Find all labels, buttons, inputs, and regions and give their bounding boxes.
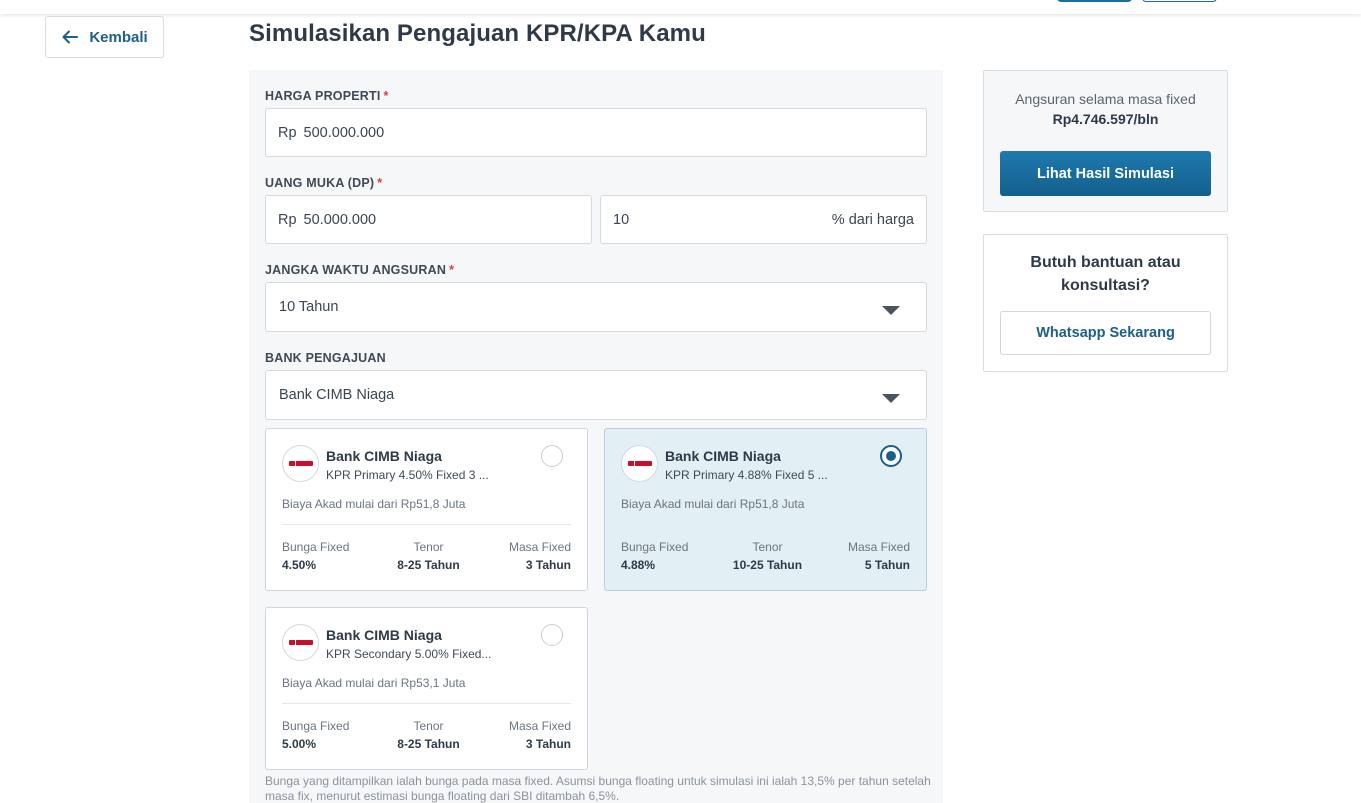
bank-card-option-selected[interactable]: Bank CIMB Niaga KPR Primary 4.88% Fixed … <box>604 428 927 591</box>
summary-caption: Angsuran selama masa fixed <box>1015 91 1196 107</box>
card-tenor: Tenor 10-25 Tahun <box>732 540 803 572</box>
bank-card-option[interactable]: Bank CIMB Niaga KPR Primary 4.50% Fixed … <box>265 428 588 591</box>
card-radio[interactable] <box>541 445 563 467</box>
card-radio-selected[interactable] <box>880 445 902 467</box>
bank-selected: Bank CIMB Niaga <box>279 387 395 403</box>
card-radio[interactable] <box>541 624 563 646</box>
page-title: Simulasikan Pengajuan KPR/KPA Kamu <box>249 20 706 47</box>
help-card: Butuh bantuan atau konsultasi? Whatsapp … <box>983 234 1228 372</box>
card-product: KPR Primary 4.50% Fixed 3 ... <box>326 468 489 482</box>
help-title: Butuh bantuan atau konsultasi? <box>1030 254 1181 294</box>
currency-prefix: Rp <box>278 211 297 228</box>
bank-label: BANK PENGAJUAN <box>265 351 386 365</box>
chevron-down-icon <box>882 306 900 315</box>
card-bank-name: Bank CIMB Niaga <box>665 448 781 464</box>
bank-pengajuan-select[interactable]: Bank CIMB Niaga <box>265 370 927 420</box>
card-tenor: Tenor 8-25 Tahun <box>397 540 460 572</box>
harga-value: 500.000.000 <box>303 124 385 141</box>
dp-label: UANG MUKA (DP) * <box>265 176 383 190</box>
card-bunga: Bunga Fixed 4.50% <box>282 540 350 572</box>
card-bunga: Bunga Fixed 4.88% <box>621 540 689 572</box>
back-button-label: Kembali <box>89 28 148 46</box>
simulation-form: HARGA PROPERTI * Rp 500.000.000 UANG MUKA… <box>249 70 943 803</box>
navbar-button-secondary[interactable] <box>1142 0 1217 2</box>
card-masa: Masa Fixed 3 Tahun <box>508 719 571 751</box>
card-biaya: Biaya Akad mulai dari Rp51,8 Juta <box>621 497 805 511</box>
card-bunga: Bunga Fixed 5.00% <box>282 719 350 751</box>
card-product: KPR Secondary 5.00% Fixed... <box>326 647 492 661</box>
card-tenor: Tenor 8-25 Tahun <box>397 719 460 751</box>
currency-prefix: Rp <box>278 124 297 141</box>
chevron-down-icon <box>882 394 900 403</box>
dp-percent-suffix: % dari harga <box>831 211 914 228</box>
summary-amount: Rp4.746.597/bln <box>1052 111 1159 127</box>
card-bank-name: Bank CIMB Niaga <box>326 448 442 464</box>
jangka-selected: 10 Tahun <box>279 299 339 315</box>
card-masa: Masa Fixed 5 Tahun <box>847 540 910 572</box>
navbar-button-primary[interactable] <box>1057 0 1132 2</box>
dp-percent-input[interactable]: 10 % dari harga <box>600 195 927 244</box>
harga-label: HARGA PROPERTI * <box>265 89 389 103</box>
required-mark: * <box>377 176 383 190</box>
cimb-logo-icon <box>282 445 319 482</box>
back-button[interactable]: Kembali <box>45 16 164 58</box>
card-product: KPR Primary 4.88% Fixed 5 ... <box>665 468 828 482</box>
card-biaya: Biaya Akad mulai dari Rp53,1 Juta <box>282 676 466 690</box>
required-mark: * <box>383 89 389 103</box>
required-mark: * <box>449 263 455 277</box>
dp-percent-value: 10 <box>613 211 630 228</box>
harga-properti-input[interactable]: Rp 500.000.000 <box>265 108 927 157</box>
cimb-logo-icon <box>621 445 658 482</box>
card-divider <box>282 703 571 704</box>
uang-muka-input[interactable]: Rp 50.000.000 <box>265 195 592 244</box>
arrow-left-icon <box>62 30 79 44</box>
top-navbar <box>0 0 1361 14</box>
cimb-logo-icon <box>282 624 319 661</box>
card-biaya: Biaya Akad mulai dari Rp51,8 Juta <box>282 497 466 511</box>
interest-footnote: Bunga yang ditampilkan ialah bunga pada … <box>265 774 931 803</box>
lihat-hasil-simulasi-button[interactable]: Lihat Hasil Simulasi <box>1000 151 1211 196</box>
whatsapp-button[interactable]: Whatsapp Sekarang <box>1000 311 1211 355</box>
card-divider <box>621 524 910 525</box>
card-masa: Masa Fixed 3 Tahun <box>508 540 571 572</box>
summary-card: Angsuran selama masa fixed Rp4.746.597/b… <box>983 70 1228 212</box>
jangka-waktu-select[interactable]: 10 Tahun <box>265 282 927 332</box>
card-bank-name: Bank CIMB Niaga <box>326 627 442 643</box>
dp-value: 50.000.000 <box>303 211 377 228</box>
card-divider <box>282 524 571 525</box>
jangka-label: JANGKA WAKTU ANGSURAN * <box>265 263 455 277</box>
bank-card-option[interactable]: Bank CIMB Niaga KPR Secondary 5.00% Fixe… <box>265 607 588 770</box>
